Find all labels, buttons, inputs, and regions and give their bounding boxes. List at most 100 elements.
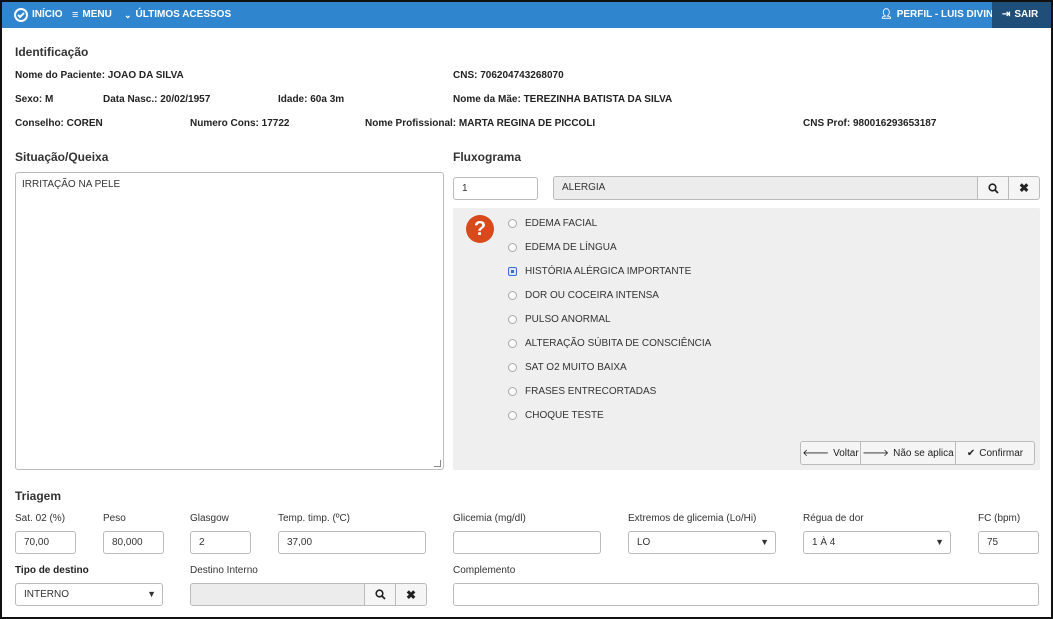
nav-menu-label: MENU xyxy=(82,9,112,20)
check-icon: ✔ xyxy=(966,447,976,459)
user-icon: 👤︎ xyxy=(880,9,893,20)
times-icon: ✖ xyxy=(405,587,417,602)
bars-icon: ≡ xyxy=(72,9,79,21)
discriminador-option[interactable]: EDEMA FACIAL xyxy=(508,218,597,229)
regua-dor-select[interactable]: 1 À 4 ▼ xyxy=(803,531,951,554)
nav-perfil[interactable]: 👤︎ PERFIL - LUIS DIVINO xyxy=(880,2,1001,28)
radio-button[interactable] xyxy=(508,219,517,228)
fluxograma-clear-button[interactable]: ✖ xyxy=(1008,176,1040,200)
fluxograma-name-input[interactable]: ALERGIA xyxy=(553,176,978,200)
glasgow-input[interactable]: 2 xyxy=(190,531,251,554)
discriminador-option[interactable]: CHOQUE TESTE xyxy=(508,410,604,421)
queixa-textarea[interactable]: IRRITAÇÃO NA PELE xyxy=(15,172,444,470)
resize-handle-icon[interactable] xyxy=(434,460,441,467)
extremos-label: Extremos de glicemia (Lo/Hi) xyxy=(628,513,757,524)
nav-inicio-label: INÍCIO xyxy=(32,9,63,20)
prof-conselho: Conselho: COREN xyxy=(15,118,103,129)
prof-cns: CNS Prof: 980016293653187 xyxy=(803,118,937,129)
peso-input[interactable]: 80,000 xyxy=(103,531,164,554)
discriminador-label: PULSO ANORMAL xyxy=(525,314,611,325)
discriminador-option[interactable]: HISTÓRIA ALÉRGICA IMPORTANTE xyxy=(508,266,691,277)
fc-label: FC (bpm) xyxy=(978,513,1021,524)
sat-label: Sat. 02 (%) xyxy=(15,513,66,524)
glicemia-input[interactable] xyxy=(453,531,601,554)
radio-button[interactable] xyxy=(508,315,517,324)
complemento-input[interactable] xyxy=(453,583,1039,606)
chevron-down-icon: ⌄ xyxy=(124,10,132,20)
sat-input[interactable]: 70,00 xyxy=(15,531,76,554)
discriminador-option[interactable]: SAT O2 MUITO BAIXA xyxy=(508,362,627,373)
discriminador-option[interactable]: DOR OU COCEIRA INTENSA xyxy=(508,290,659,301)
identificacao-title: Identificação xyxy=(15,45,89,59)
triagem-title: Triagem xyxy=(15,489,62,503)
radio-button[interactable] xyxy=(508,411,517,420)
extremos-select[interactable]: LO ▼ xyxy=(628,531,776,554)
patient-sexo: Sexo: M xyxy=(15,94,54,105)
nao-se-aplica-button[interactable]: 🡒 Não se aplica xyxy=(860,441,956,465)
home-logo-icon xyxy=(14,8,28,22)
radio-button[interactable] xyxy=(508,363,517,372)
nav-perfil-label: PERFIL - LUIS DIVINO xyxy=(896,9,1001,20)
discriminador-label: SAT O2 MUITO BAIXA xyxy=(525,362,627,373)
confirmar-button[interactable]: ✔ Confirmar xyxy=(955,441,1035,465)
voltar-button[interactable]: 🡐 Voltar xyxy=(800,441,861,465)
nao-se-aplica-label: Não se aplica xyxy=(893,447,954,459)
top-navbar: INÍCIO ≡ MENU ⌄ ÚLTIMOS ACESSOS 👤︎ PERFI… xyxy=(2,2,1051,28)
fc-input[interactable]: 75 xyxy=(978,531,1039,554)
regua-dor-label: Régua de dor xyxy=(803,513,864,524)
glicemia-label: Glicemia (mg/dl) xyxy=(453,513,526,524)
sign-out-icon: ⇥ xyxy=(1002,9,1011,20)
question-circle-icon: ? xyxy=(466,215,494,243)
radio-button[interactable] xyxy=(508,291,517,300)
destino-interno-input[interactable] xyxy=(190,583,365,606)
discriminador-label: FRASES ENTRECORTADAS xyxy=(525,386,657,397)
patient-cns: CNS: 706204743268070 xyxy=(453,70,564,81)
discriminador-label: CHOQUE TESTE xyxy=(525,410,604,421)
regua-dor-value: 1 À 4 xyxy=(812,537,836,548)
fluxograma-code-input[interactable]: 1 xyxy=(453,177,538,200)
nav-inicio[interactable]: INÍCIO xyxy=(14,2,63,28)
temp-input[interactable]: 37,00 xyxy=(278,531,426,554)
prof-numero: Numero Cons: 17722 xyxy=(190,118,290,129)
radio-button[interactable] xyxy=(508,387,517,396)
search-icon xyxy=(374,589,386,600)
temp-label: Temp. timp. (ºC) xyxy=(278,513,350,524)
search-icon xyxy=(987,182,999,194)
patient-nasc: Data Nasc.: 20/02/1957 xyxy=(103,94,211,105)
discriminador-label: EDEMA DE LÍNGUA xyxy=(525,242,617,253)
discriminador-option[interactable]: PULSO ANORMAL xyxy=(508,314,611,325)
tipo-destino-label: Tipo de destino xyxy=(15,565,89,576)
nav-ultimos-acessos[interactable]: ⌄ ÚLTIMOS ACESSOS xyxy=(124,2,231,28)
patient-name: Nome do Paciente: JOAO DA SILVA xyxy=(15,70,184,81)
destino-interno-label: Destino Interno xyxy=(190,565,258,576)
fluxograma-search-button[interactable] xyxy=(977,176,1009,200)
confirmar-label: Confirmar xyxy=(979,447,1024,459)
destino-search-button[interactable] xyxy=(364,583,396,606)
peso-label: Peso xyxy=(103,513,126,524)
patient-mae: Nome da Mãe: TEREZINHA BATISTA DA SILVA xyxy=(453,94,673,105)
discriminador-label: DOR OU COCEIRA INTENSA xyxy=(525,290,659,301)
times-icon: ✖ xyxy=(1018,181,1030,195)
radio-button[interactable] xyxy=(508,339,517,348)
radio-button[interactable] xyxy=(508,243,517,252)
arrow-left-icon: 🡐 xyxy=(802,448,830,459)
caret-down-icon: ▼ xyxy=(935,537,944,547)
discriminador-option[interactable]: EDEMA DE LÍNGUA xyxy=(508,242,617,253)
complemento-label: Complemento xyxy=(453,565,516,576)
destino-clear-button[interactable]: ✖ xyxy=(395,583,427,606)
arrow-right-icon: 🡒 xyxy=(862,448,890,459)
discriminador-label: EDEMA FACIAL xyxy=(525,218,598,229)
caret-down-icon: ▼ xyxy=(147,589,156,599)
nav-ultimos-label: ÚLTIMOS ACESSOS xyxy=(135,9,232,20)
nav-sair-label: SAIR xyxy=(1014,9,1039,20)
discriminador-label: HISTÓRIA ALÉRGICA IMPORTANTE xyxy=(525,266,692,277)
radio-button[interactable] xyxy=(508,267,517,276)
glasgow-label: Glasgow xyxy=(190,513,229,524)
discriminador-option[interactable]: ALTERAÇÃO SÚBITA DE CONSCIÊNCIA xyxy=(508,338,711,349)
discriminador-label: ALTERAÇÃO SÚBITA DE CONSCIÊNCIA xyxy=(525,338,712,349)
discriminador-option[interactable]: FRASES ENTRECORTADAS xyxy=(508,386,656,397)
voltar-label: Voltar xyxy=(833,447,859,459)
nav-sair[interactable]: ⇥ SAIR xyxy=(992,2,1051,28)
nav-menu[interactable]: ≡ MENU xyxy=(72,2,112,28)
tipo-destino-select[interactable]: INTERNO ▼ xyxy=(15,583,163,606)
